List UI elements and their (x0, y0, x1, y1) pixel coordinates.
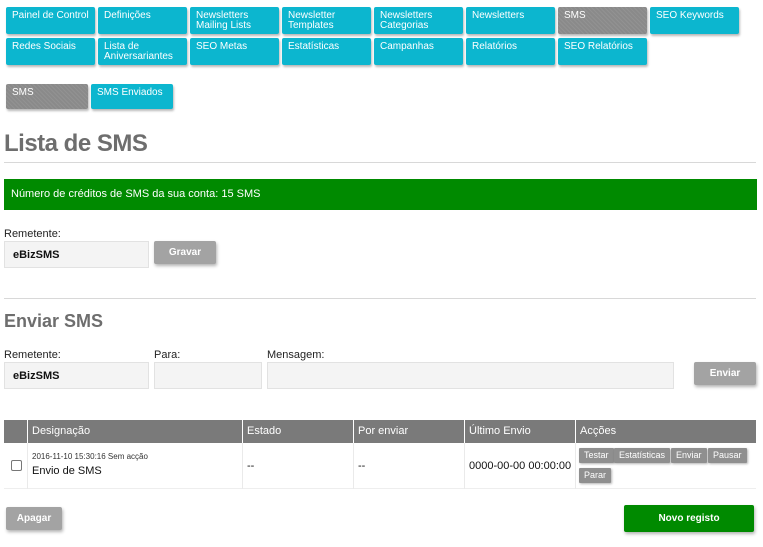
section-divider (4, 298, 756, 299)
subnav-sms[interactable]: SMS (6, 84, 88, 109)
nav-sms[interactable]: SMS (558, 7, 647, 34)
table-row: 2016-11-10 15:30:16 Sem acção Envio de S… (4, 443, 756, 489)
col-ultimo-envio[interactable]: Último Envio (464, 420, 575, 443)
save-button[interactable]: Gravar (154, 241, 216, 264)
row-meta: 2016-11-10 15:30:16 Sem acção (32, 452, 148, 461)
nav-painel-de-control[interactable]: Painel de Control (6, 7, 95, 34)
nav-relatorios[interactable]: Relatórios (466, 38, 555, 65)
nav-campanhas[interactable]: Campanhas (374, 38, 463, 65)
nav-definicoes[interactable]: Definições (98, 7, 187, 34)
row-status: -- (242, 443, 353, 489)
send-sender-input[interactable]: eBizSMS (4, 362, 149, 389)
row-last-sent: 0000-00-00 00:00:00 (464, 443, 575, 489)
message-input[interactable] (267, 362, 674, 389)
subnav-sms-enviados[interactable]: SMS Enviados (91, 84, 173, 109)
send-button[interactable]: Enviar (694, 362, 756, 385)
row-name: Envio de SMS (32, 465, 102, 477)
row-checkbox[interactable] (11, 460, 22, 471)
nav-newsletter-templates[interactable]: Newsletter Templates (282, 7, 371, 34)
new-record-button[interactable]: Novo registo (624, 505, 754, 532)
to-input[interactable] (154, 362, 262, 389)
credits-banner: Número de créditos de SMS da sua conta: … (4, 179, 757, 210)
send-sms-title: Enviar SMS (4, 311, 104, 331)
row-pending: -- (353, 443, 464, 489)
to-label: Para: (154, 349, 181, 361)
send-sender-label: Remetente: (4, 349, 61, 361)
sender-input[interactable]: eBizSMS (4, 241, 149, 268)
col-por-enviar[interactable]: Por enviar (353, 420, 464, 443)
nav-lista-de-aniversariantes[interactable]: Lista de Aniversariantes (98, 38, 187, 65)
nav-seo-relatorios[interactable]: SEO Relatórios (558, 38, 647, 65)
col-designacao[interactable]: Designação (27, 420, 242, 443)
delete-button[interactable]: Apagar (6, 507, 62, 530)
nav-seo-keywords[interactable]: SEO Keywords (650, 7, 739, 34)
nav-newsletters-mailing-lists[interactable]: Newsletters Mailing Lists (190, 7, 279, 34)
nav-estatisticas[interactable]: Estatísticas (282, 38, 371, 65)
action-enviar-button[interactable]: Enviar (671, 448, 707, 463)
row-actions-cell: Testar Estatísticas Enviar Pausar Parar (575, 443, 756, 489)
nav-newsletters-categorias[interactable]: Newsletters Categorias (374, 7, 463, 34)
nav-newsletters[interactable]: Newsletters (466, 7, 555, 34)
table-header: Designação Estado Por enviar Último Envi… (4, 420, 756, 443)
title-divider (4, 162, 756, 163)
action-parar-button[interactable]: Parar (579, 468, 612, 483)
row-designation-cell: 2016-11-10 15:30:16 Sem acção Envio de S… (27, 443, 242, 489)
nav-redes-sociais[interactable]: Redes Sociais (6, 38, 95, 65)
nav-seo-metas[interactable]: SEO Metas (190, 38, 279, 65)
message-label: Mensagem: (267, 349, 325, 361)
action-testar-button[interactable]: Testar (579, 448, 614, 463)
col-accoes: Acções (575, 420, 756, 443)
page-title: Lista de SMS (4, 130, 148, 157)
action-pausar-button[interactable]: Pausar (708, 448, 747, 463)
sender-label: Remetente: (4, 228, 61, 240)
col-estado[interactable]: Estado (242, 420, 353, 443)
action-estatisticas-button[interactable]: Estatísticas (614, 448, 671, 463)
